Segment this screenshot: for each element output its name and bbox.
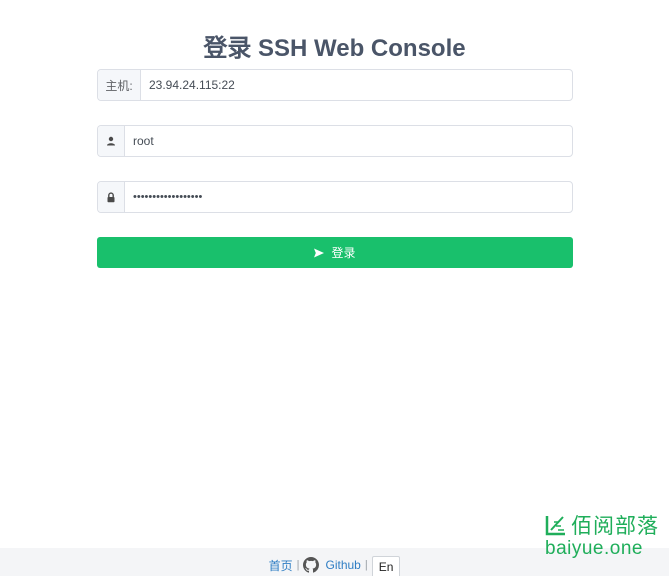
password-field <box>97 181 573 213</box>
host-label: 主机: <box>98 70 141 100</box>
watermark-brand: 佰阅部落 <box>571 514 659 538</box>
host-input[interactable] <box>141 70 572 100</box>
login-button[interactable]: 登录 <box>97 237 573 268</box>
footer-separator: | <box>296 559 300 571</box>
login-page: 登录 SSH Web Console 主机: 23.94.24.115:22 r… <box>0 0 669 576</box>
user-icon <box>98 126 125 156</box>
send-icon <box>314 248 325 257</box>
login-form: 主机: <box>97 69 573 237</box>
language-toggle[interactable]: En <box>371 556 401 576</box>
github-link[interactable]: Github <box>325 558 360 572</box>
password-input[interactable] <box>125 182 572 212</box>
home-link[interactable]: 首页 <box>269 557 293 574</box>
brand-logo-icon <box>545 516 565 536</box>
watermark: 佰阅部落 baiyue.one <box>545 512 663 562</box>
watermark-domain: baiyue.one <box>545 538 643 559</box>
login-button-label: 登录 <box>331 246 356 260</box>
host-field: 主机: <box>97 69 573 101</box>
footer-separator-2: | <box>364 559 368 571</box>
username-field <box>97 125 573 157</box>
username-input[interactable] <box>125 126 572 156</box>
lock-icon <box>98 182 125 212</box>
page-title: 登录 SSH Web Console <box>203 35 466 62</box>
github-icon <box>303 557 320 573</box>
